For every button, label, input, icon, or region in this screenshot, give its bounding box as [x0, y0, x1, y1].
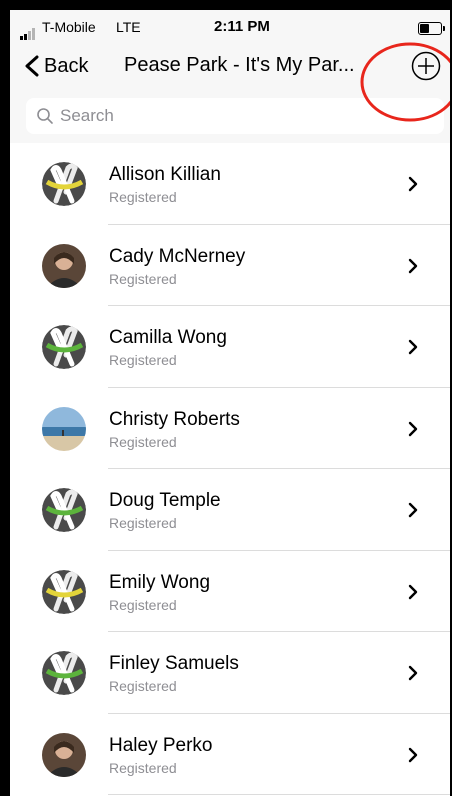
- back-button[interactable]: Back: [24, 52, 88, 80]
- chevron-right-icon: [408, 339, 418, 355]
- avatar: [42, 569, 86, 614]
- member-status: Registered: [109, 352, 177, 368]
- member-status: Registered: [109, 433, 177, 450]
- member-status: Registered: [109, 759, 177, 776]
- member-row[interactable]: Cady McNerney Registered: [10, 225, 450, 306]
- status-time: 2:11 PM: [214, 18, 270, 35]
- avatar: [42, 325, 86, 369]
- member-status: Registered: [109, 270, 177, 287]
- chevron-right-icon: [408, 584, 418, 599]
- member-name: Haley Perko: [109, 734, 213, 756]
- chevron-right-icon: [408, 258, 418, 273]
- member-list: Allison Killian Registered Cady McNerney…: [10, 143, 450, 795]
- member-row[interactable]: Camilla Wong Registered: [10, 306, 450, 388]
- avatar: [42, 243, 86, 288]
- member-name: Emily Wong: [109, 571, 211, 593]
- status-bar: T-Mobile LTE 2:11 PM: [10, 10, 450, 40]
- row-separator: [108, 794, 450, 795]
- add-button[interactable]: [410, 50, 442, 82]
- page-title: Pease Park - It's My Par...: [124, 54, 355, 76]
- avatar: [42, 162, 86, 206]
- member-name: Doug Temple: [109, 490, 221, 511]
- search-input[interactable]: [60, 103, 430, 129]
- member-name: Finley Samuels: [109, 653, 239, 674]
- chevron-right-icon: [408, 421, 418, 436]
- avatar: [42, 488, 86, 532]
- member-row[interactable]: Christy Roberts Registered: [10, 388, 450, 469]
- network-label: LTE: [116, 19, 141, 35]
- member-row[interactable]: Haley Perko Registered: [10, 714, 450, 795]
- member-name: Cady McNerney: [109, 245, 246, 267]
- chevron-right-icon: [408, 665, 418, 681]
- member-name: Christy Roberts: [109, 408, 240, 430]
- chevron-left-icon: [25, 55, 39, 77]
- member-status: Registered: [109, 189, 177, 205]
- avatar: [42, 732, 86, 777]
- member-status: Registered: [109, 678, 177, 694]
- battery-icon: [418, 22, 445, 35]
- header: T-Mobile LTE 2:11 PM Back Pease Park - I…: [10, 10, 450, 143]
- avatar: [42, 651, 86, 695]
- chevron-right-icon: [408, 502, 418, 518]
- member-status: Registered: [109, 515, 177, 531]
- signal-strength-icon: [20, 22, 36, 40]
- member-row[interactable]: Allison Killian Registered: [10, 143, 450, 225]
- member-name: Camilla Wong: [109, 327, 227, 348]
- chevron-right-icon: [408, 176, 418, 192]
- avatar: [42, 406, 86, 451]
- member-row[interactable]: Doug Temple Registered: [10, 469, 450, 551]
- member-row[interactable]: Emily Wong Registered: [10, 551, 450, 632]
- screen: T-Mobile LTE 2:11 PM Back Pease Park - I…: [10, 10, 450, 796]
- carrier-label: T-Mobile: [42, 19, 96, 35]
- member-row[interactable]: Finley Samuels Registered: [10, 632, 450, 714]
- navigation-bar: Back Pease Park - It's My Par...: [10, 40, 450, 96]
- chevron-right-icon: [408, 747, 418, 762]
- member-name: Allison Killian: [109, 164, 221, 185]
- plus-circle-icon: [411, 51, 441, 81]
- back-label: Back: [44, 54, 89, 77]
- search-icon: [37, 108, 53, 124]
- member-status: Registered: [109, 596, 177, 613]
- search-bar: [26, 98, 444, 134]
